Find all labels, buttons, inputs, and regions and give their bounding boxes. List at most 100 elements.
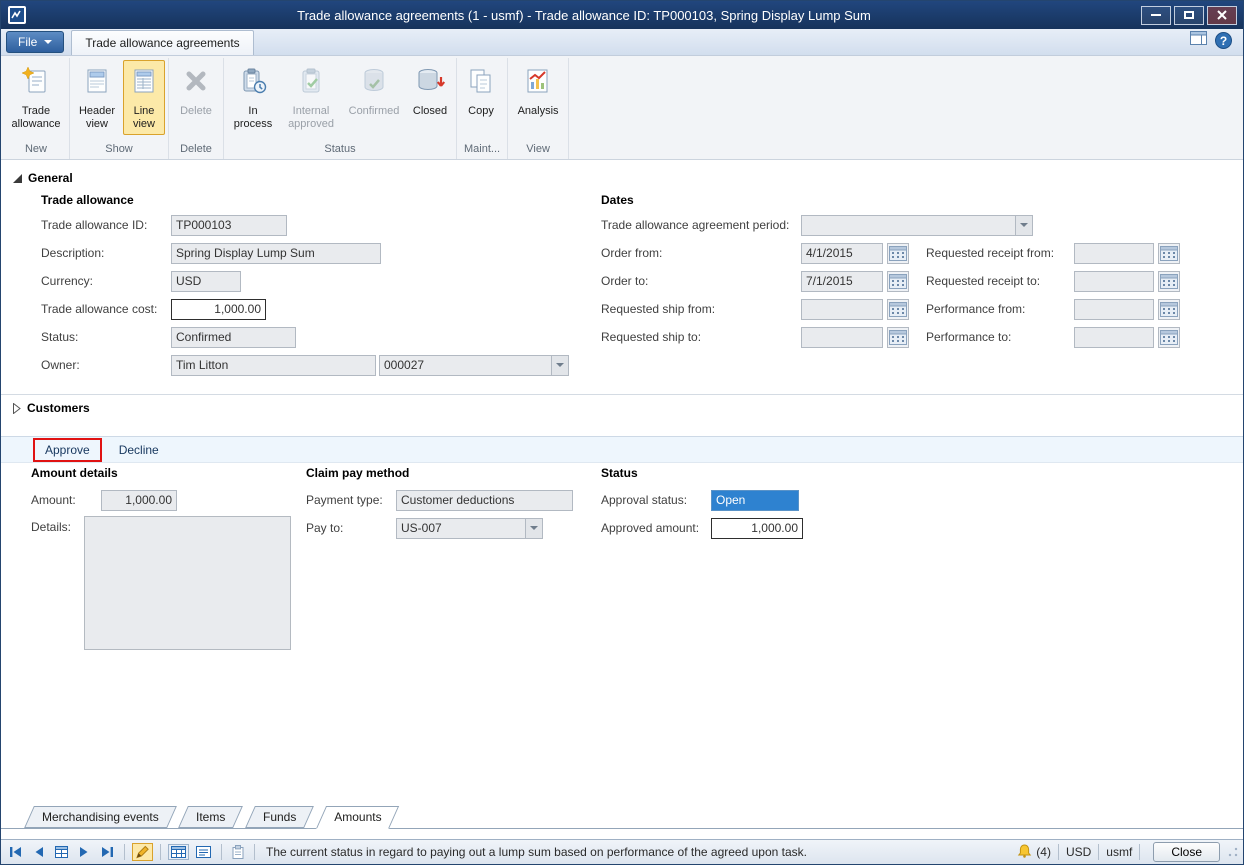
ribbon-group-status: In process Internal approved Confirmed <box>224 58 457 159</box>
line-view-button[interactable]: Line view <box>123 60 165 135</box>
analysis-button[interactable]: Analysis <box>511 60 565 122</box>
calendar-icon <box>1160 329 1178 345</box>
payment-type-input <box>396 490 573 511</box>
field-approved-amount: Approved amount: <box>601 517 803 539</box>
field-description: Description: <box>41 242 381 264</box>
first-record-icon <box>9 846 23 858</box>
next-record-icon <box>78 846 90 858</box>
field-performance-from: Performance from: <box>926 298 1180 320</box>
requested-receipt-from-input <box>1074 243 1154 264</box>
tabrow-right-icons: ? <box>1190 31 1240 55</box>
ribbon-group-maintain: Copy Maint... <box>457 58 508 159</box>
in-process-button[interactable]: In process <box>227 60 279 135</box>
separator <box>160 844 161 860</box>
help-icon[interactable]: ? <box>1215 32 1232 49</box>
field-status: Status: <box>41 326 296 348</box>
header-view-icon <box>81 65 113 102</box>
field-details-label-row: Details: <box>31 516 71 538</box>
close-form-button[interactable]: Close <box>1153 842 1220 862</box>
owner-dropdown-button[interactable] <box>552 355 569 376</box>
file-menu-label: File <box>18 35 37 49</box>
requested-ship-from-label: Requested ship from: <box>601 302 801 316</box>
minimize-button[interactable] <box>1141 6 1171 25</box>
performance-to-input <box>1074 327 1154 348</box>
decline-button[interactable]: Decline <box>110 440 168 460</box>
payment-type-label: Payment type: <box>306 493 396 507</box>
agreement-period-dropdown-button[interactable] <box>1016 215 1033 236</box>
requested-ship-to-calendar-button[interactable] <box>887 327 909 348</box>
requested-ship-from-input <box>801 299 883 320</box>
section-general[interactable]: General <box>13 171 73 185</box>
confirmed-button: Confirmed <box>343 60 405 122</box>
tab-merchandising-events[interactable]: Merchandising events <box>24 806 177 828</box>
first-record-button[interactable] <box>6 844 26 860</box>
grid-view-button[interactable] <box>168 844 189 860</box>
last-record-icon <box>100 846 114 858</box>
performance-from-calendar-button[interactable] <box>1158 299 1180 320</box>
document-attachments-button[interactable] <box>229 843 247 861</box>
close-window-button[interactable] <box>1207 6 1237 25</box>
notification-count[interactable]: (4) <box>1036 845 1051 859</box>
status-bar: The current status in regard to paying o… <box>1 839 1243 864</box>
agreement-period-label: Trade allowance agreement period: <box>601 218 801 232</box>
pay-to-dropdown-button[interactable] <box>526 518 543 539</box>
form-view-button[interactable] <box>193 844 214 860</box>
requested-ship-to-label: Requested ship to: <box>601 330 801 344</box>
field-requested-ship-from: Requested ship from: <box>601 298 909 320</box>
analysis-icon <box>522 65 554 102</box>
currency-label: Currency: <box>41 274 171 288</box>
delete-icon <box>180 65 212 102</box>
previous-record-button[interactable] <box>30 844 48 860</box>
tab-trade-allowance-agreements[interactable]: Trade allowance agreements <box>71 30 253 55</box>
order-from-calendar-button[interactable] <box>887 243 909 264</box>
separator <box>1139 844 1140 860</box>
section-customers-bar: Customers <box>1 394 1243 415</box>
window-title: Trade allowance agreements (1 - usmf) - … <box>27 8 1141 23</box>
status-message: The current status in regard to paying o… <box>262 845 1013 859</box>
agreement-period-input <box>801 215 1016 236</box>
record-list-button[interactable] <box>52 844 71 860</box>
window-controls <box>1141 6 1237 25</box>
trade-allowance-cost-input[interactable] <box>171 299 266 320</box>
maximize-button[interactable] <box>1174 6 1204 25</box>
next-record-button[interactable] <box>75 844 93 860</box>
order-to-input <box>801 271 883 292</box>
order-to-calendar-button[interactable] <box>887 271 909 292</box>
copy-button[interactable]: Copy <box>460 60 502 122</box>
resize-grip[interactable] <box>1228 847 1238 857</box>
closed-button[interactable]: Closed <box>407 60 453 122</box>
window-layout-icon[interactable] <box>1190 31 1207 50</box>
currency-input <box>171 271 241 292</box>
tab-amounts[interactable]: Amounts <box>316 806 400 829</box>
approved-amount-input[interactable] <box>711 518 803 539</box>
requested-ship-from-calendar-button[interactable] <box>887 299 909 320</box>
title-bar: Trade allowance agreements (1 - usmf) - … <box>1 1 1243 29</box>
notifications-bell-icon[interactable] <box>1017 844 1032 861</box>
tab-items[interactable]: Items <box>178 806 243 828</box>
section-customers[interactable]: Customers <box>13 401 1243 415</box>
requested-receipt-to-calendar-button[interactable] <box>1158 271 1180 292</box>
line-view-icon <box>128 65 160 102</box>
file-menu-button[interactable]: File <box>6 31 64 53</box>
performance-to-label: Performance to: <box>926 330 1074 344</box>
field-requested-receipt-from: Requested receipt from: <box>926 242 1180 264</box>
edit-record-button[interactable] <box>132 843 153 861</box>
approval-status-input[interactable] <box>711 490 799 511</box>
header-view-button[interactable]: Header view <box>73 60 121 135</box>
field-owner: Owner: <box>41 354 569 376</box>
statusbar-company[interactable]: usmf <box>1106 845 1132 859</box>
approve-button[interactable]: Approve <box>36 440 99 460</box>
requested-receipt-from-calendar-button[interactable] <box>1158 243 1180 264</box>
last-record-button[interactable] <box>97 844 117 860</box>
order-from-label: Order from: <box>601 246 801 260</box>
pencil-icon <box>135 845 150 859</box>
new-trade-allowance-button[interactable]: Trade allowance <box>6 60 66 135</box>
tab-funds[interactable]: Funds <box>245 806 314 828</box>
ribbon-group-view: Analysis View <box>508 58 569 159</box>
lower-pane-tabs: Merchandising events Items Funds Amounts <box>1 806 1243 829</box>
calendar-icon <box>1160 273 1178 289</box>
app-icon <box>7 5 27 25</box>
performance-to-calendar-button[interactable] <box>1158 327 1180 348</box>
calendar-icon <box>889 245 907 261</box>
details-textarea[interactable] <box>84 516 291 650</box>
